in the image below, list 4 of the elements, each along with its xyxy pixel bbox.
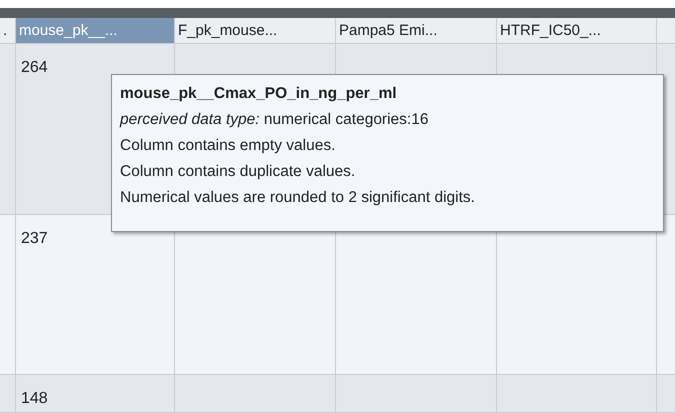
table-cell: 148 — [16, 375, 175, 412]
column-header[interactable]: HTRF_IC50_... — [497, 18, 657, 43]
column-header[interactable]: Pampa5 Emi... — [336, 18, 497, 43]
column-header[interactable]: F_pk_mouse... — [175, 18, 336, 43]
